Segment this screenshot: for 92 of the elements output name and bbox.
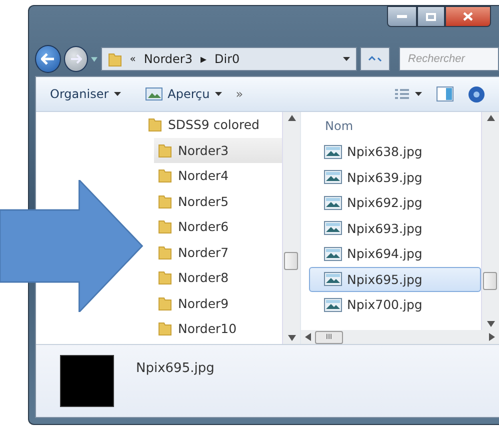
file-row[interactable]: Npix638.jpg [309, 139, 481, 164]
maximize-icon [426, 12, 436, 20]
preview-button[interactable]: Aperçu [144, 85, 222, 103]
scroll-arrow-icon[interactable] [305, 333, 311, 341]
preview-pane-button[interactable] [436, 84, 454, 104]
folder-label: Norder10 [178, 321, 237, 336]
minimize-icon [397, 15, 407, 18]
caret-icon [114, 92, 121, 96]
tree-item[interactable]: Norder6 [154, 214, 282, 240]
file-name: Npix638.jpg [347, 144, 422, 160]
folder-icon [108, 52, 122, 67]
caret-icon [214, 92, 222, 96]
file-row[interactable]: Npix695.jpg [309, 266, 481, 292]
folder-icon [158, 270, 172, 286]
file-name: Npix695.jpg [347, 272, 422, 287]
image-file-icon [324, 144, 342, 159]
more-button[interactable]: » [236, 85, 244, 103]
file-name: Npix694.jpg [347, 246, 422, 262]
maximize-button[interactable] [417, 6, 445, 27]
file-name: Npix692.jpg [347, 195, 422, 210]
folder-label: SDSS9 colored [168, 117, 260, 132]
folder-label: Norder8 [178, 270, 229, 286]
file-name: Npix693.jpg [347, 220, 422, 236]
search-field[interactable]: Rechercher [399, 47, 499, 72]
image-file-icon [324, 246, 342, 261]
folder-icon [158, 168, 172, 184]
address-bar[interactable]: « Norder3 ▸ Dir0 [100, 47, 358, 72]
folder-icon [158, 194, 172, 209]
file-row[interactable]: Npix694.jpg [309, 241, 481, 266]
thumbnail [60, 355, 114, 407]
folder-icon [158, 321, 172, 336]
file-name: Npix639.jpg [347, 170, 422, 185]
folder-label: Norder7 [178, 244, 229, 260]
folder-icon [158, 219, 172, 234]
tree-item[interactable]: Norder5 [154, 188, 282, 214]
tree-item[interactable]: Norder4 [154, 163, 282, 188]
list-view-icon [394, 88, 410, 100]
back-arrow-icon [41, 53, 56, 66]
tree-item[interactable]: SDSS9 colored [144, 112, 282, 138]
image-file-icon [324, 221, 342, 236]
image-file-icon [324, 272, 342, 286]
back-button[interactable] [35, 45, 62, 74]
folder-label: Norder3 [178, 142, 229, 158]
close-button[interactable] [445, 6, 491, 27]
tree-item[interactable]: Norder3 [154, 138, 282, 163]
scroll-arrow-icon[interactable] [288, 115, 296, 121]
refresh-button[interactable] [360, 47, 390, 72]
file-row[interactable]: Npix639.jpg [309, 164, 481, 190]
breadcrumb-label: ▸ [200, 52, 207, 66]
folder-icon [148, 117, 162, 132]
scroll-arrow-icon[interactable] [288, 335, 296, 341]
scroll-thumb[interactable] [284, 252, 298, 270]
image-file-icon [324, 196, 342, 210]
folder-icon [158, 296, 172, 311]
image-file-icon [324, 170, 342, 184]
scrollbar[interactable] [481, 112, 499, 330]
caret-icon[interactable] [91, 56, 98, 62]
tree-item[interactable]: Norder9 [154, 290, 282, 316]
file-name: Npix700.jpg [347, 297, 422, 312]
tree-item[interactable]: Norder7 [154, 240, 282, 265]
breadcrumb-chevrons: « [130, 54, 136, 65]
file-row[interactable]: Npix700.jpg [309, 292, 481, 318]
tree-item[interactable]: Norder10 [154, 316, 282, 342]
file-row[interactable]: Npix693.jpg [309, 216, 481, 241]
scroll-arrow-icon[interactable] [486, 115, 494, 121]
column-header[interactable]: Nom [309, 112, 481, 139]
folder-icon [158, 142, 172, 158]
folder-label: Norder6 [178, 219, 229, 234]
minimize-button[interactable] [387, 6, 417, 27]
breadcrumb-folder-label: Dir0 [214, 52, 240, 66]
image-file-icon [324, 298, 342, 312]
close-icon [463, 12, 473, 21]
help-icon [468, 86, 485, 102]
selected-file-name: Npix695.jpg [136, 361, 214, 376]
file-row[interactable]: Npix692.jpg [309, 190, 481, 216]
help-button[interactable] [468, 84, 485, 104]
picture-frame-icon [144, 87, 163, 101]
organize-button[interactable]: Organiser [50, 85, 121, 103]
caret-icon [343, 57, 350, 62]
folder-label: Norder4 [178, 168, 229, 184]
folder-label: Norder9 [178, 296, 229, 311]
refresh-icon [368, 54, 382, 64]
forward-button[interactable] [64, 46, 88, 72]
caret-icon [415, 92, 422, 96]
folder-label: Norder5 [178, 194, 229, 209]
tree-item[interactable]: Norder8 [154, 265, 282, 290]
scroll-thumb[interactable] [483, 272, 497, 290]
pane-icon [436, 86, 454, 102]
folder-icon [158, 244, 172, 260]
forward-arrow-icon [70, 54, 82, 64]
scrollbar[interactable] [282, 112, 300, 344]
breadcrumb-folder-label: Norder3 [144, 52, 192, 66]
